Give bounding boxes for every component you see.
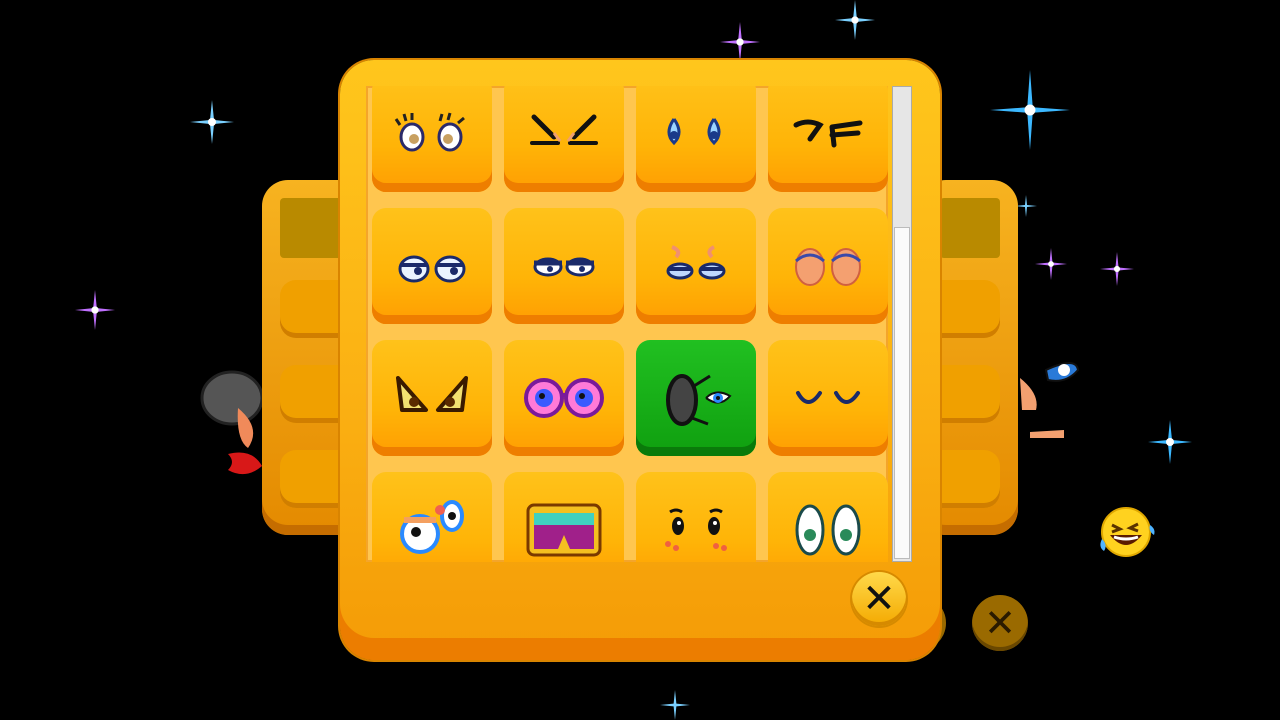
star-icon	[1148, 420, 1192, 464]
background-close-button: ✕	[972, 595, 1028, 651]
eye-option-tile[interactable]	[768, 86, 888, 192]
googly-eyes-icon	[390, 490, 474, 562]
character-face-left	[192, 368, 272, 502]
character-face-right	[1010, 318, 1090, 452]
bored-eyes-icon	[392, 241, 472, 291]
star-icon	[75, 290, 115, 330]
eye-option-tile[interactable]	[768, 208, 888, 324]
eye-option-tile[interactable]	[636, 472, 756, 562]
scrollbar-thumb[interactable]	[894, 227, 910, 559]
eye-option-tile[interactable]	[504, 208, 624, 324]
zigzag-eyes-icon	[788, 109, 868, 159]
close-button[interactable]: ✕	[852, 572, 906, 626]
star-icon	[1100, 252, 1134, 286]
star-icon	[835, 0, 875, 40]
laughing-emoji-icon	[1098, 505, 1156, 563]
sleepy-eyes-icon	[656, 241, 736, 291]
half-closed-eyes-icon	[524, 241, 604, 291]
ski-goggles-icon	[522, 495, 606, 562]
happy-closed-eyes-icon	[788, 373, 868, 423]
lashed-eyes-icon	[392, 109, 472, 159]
star-icon	[190, 100, 234, 144]
eye-option-tile[interactable]	[504, 86, 624, 192]
eye-option-tile[interactable]	[636, 340, 756, 456]
teary-eyes-icon	[656, 109, 736, 159]
star-icon	[990, 70, 1070, 150]
eye-option-tile[interactable]	[504, 340, 624, 456]
star-icon	[1015, 195, 1037, 217]
eye-option-tile[interactable]	[372, 208, 492, 324]
eye-option-tile[interactable]	[768, 340, 888, 456]
close-icon: ✕	[862, 576, 896, 622]
angry-eyes-icon	[392, 370, 472, 426]
eyes-selection-panel: ✕	[340, 60, 940, 660]
items-grid-viewport[interactable]	[366, 86, 888, 562]
eye-option-tile[interactable]	[636, 86, 756, 192]
eye-option-tile[interactable]	[768, 472, 888, 562]
star-icon	[660, 690, 690, 720]
scrollbar[interactable]	[892, 86, 912, 562]
squinting-eyes-icon	[524, 109, 604, 159]
star-icon	[720, 22, 760, 62]
purple-glasses-icon	[522, 363, 606, 433]
eye-option-tile[interactable]	[372, 86, 492, 192]
star-icon	[1035, 248, 1067, 280]
big-round-eyes-icon	[788, 497, 868, 562]
closed-eyelids-icon	[788, 241, 868, 291]
eye-option-tile[interactable]	[504, 472, 624, 562]
eye-option-tile[interactable]	[372, 472, 492, 562]
eye-option-tile[interactable]	[636, 208, 756, 324]
eyepatch-icon	[654, 358, 738, 438]
cute-eyes-icon	[656, 502, 736, 558]
eye-option-tile[interactable]	[372, 340, 492, 456]
